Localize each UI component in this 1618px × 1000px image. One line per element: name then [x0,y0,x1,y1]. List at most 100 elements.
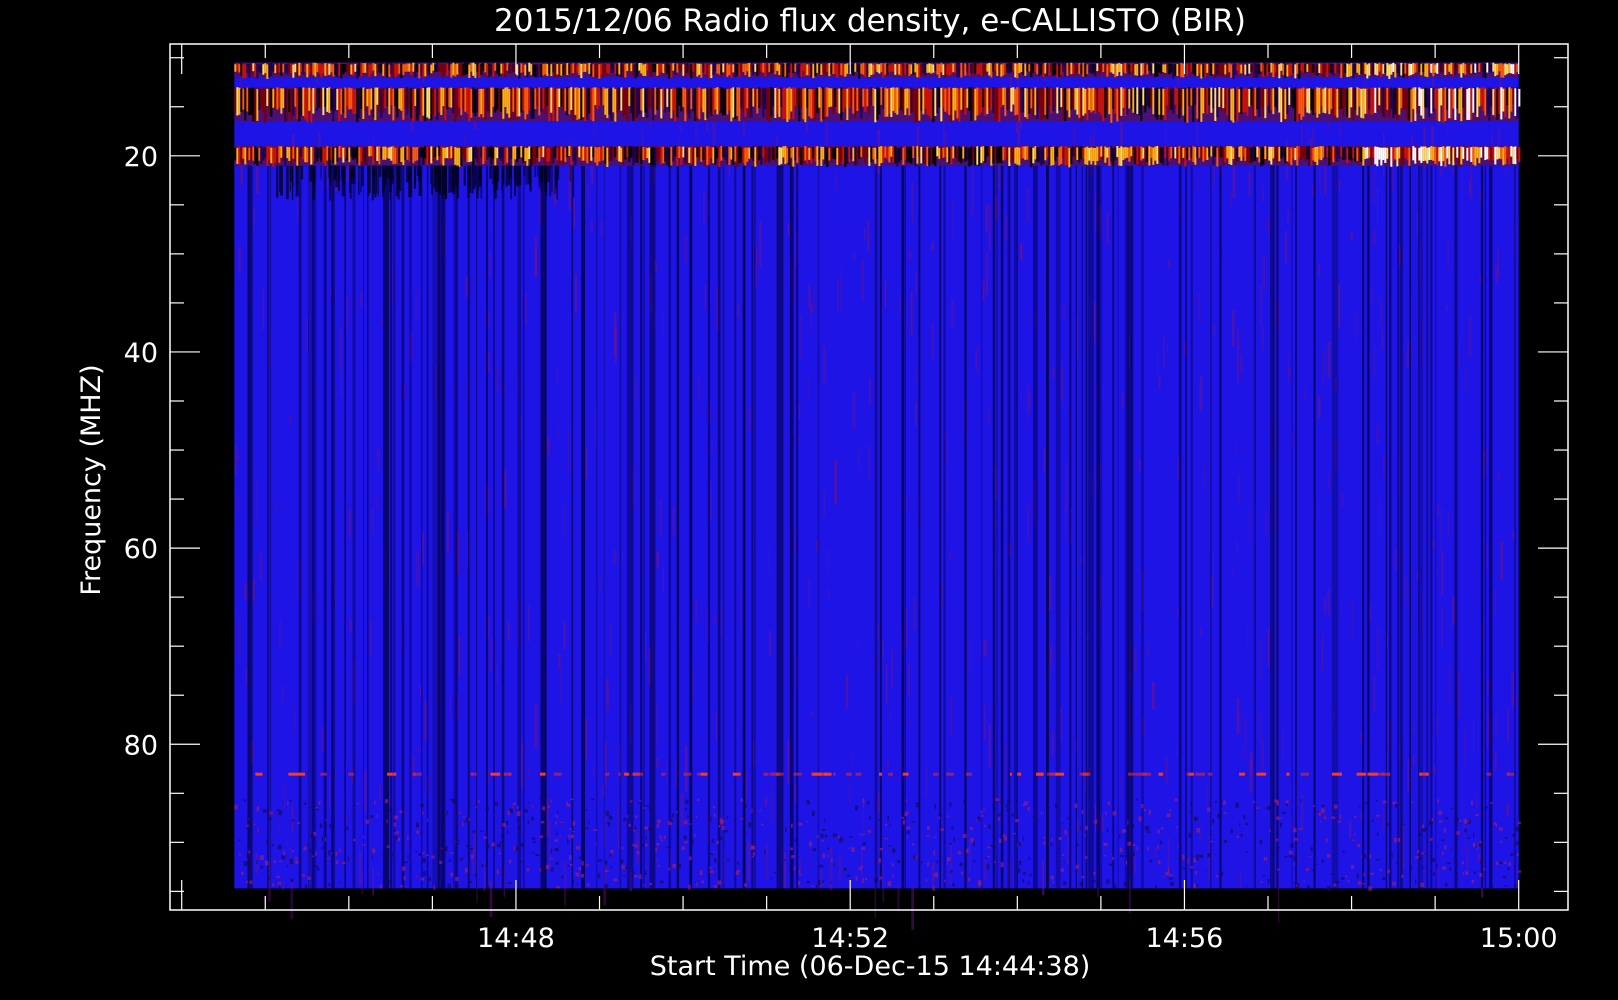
line-segment [879,772,883,776]
band-cell [732,146,735,166]
band-cell [328,87,331,114]
bottom-cell [327,883,331,886]
band-cell [502,63,505,75]
band-cell [952,146,955,159]
band-cell [572,88,575,121]
bottom-cell [655,859,658,861]
dark-streak [361,165,364,186]
band-cell [778,64,781,76]
band-cell [624,63,627,78]
stripe [1269,165,1275,889]
band-cell [1386,147,1389,159]
bottom-cell [1517,870,1522,873]
bottom-cell [450,852,454,854]
band-cell [302,147,305,160]
band-cell [374,87,377,121]
band-cell [1374,146,1377,165]
band-cell [1358,87,1361,107]
band-cell [960,87,963,110]
bottom-cell [1382,877,1386,880]
band-cell [1106,147,1109,158]
bottom-cell [256,860,258,865]
bottom-cell [1423,852,1426,855]
band-cell [1288,146,1291,163]
band-cell [296,147,299,167]
stripe [571,165,574,889]
bottom-cell [1306,885,1311,888]
band-cell [1286,87,1289,115]
band-cell [704,147,707,167]
band-cell [1086,146,1089,165]
band-cell [772,88,775,107]
band-cell [1022,87,1025,113]
band-cell [602,146,605,161]
band-cell [1024,88,1027,118]
bottom-cell [1431,858,1436,862]
band-cell [494,147,497,166]
band-cell [338,88,341,122]
bottom-cell [1316,839,1318,841]
bottom-cell [540,866,544,871]
band-cell [994,146,997,161]
bottom-cell [1103,842,1108,847]
band-cell [784,146,787,165]
band-cell [1126,147,1129,158]
dark-streak [341,165,345,197]
bottom-cell [656,842,660,846]
bottom-cell [642,807,646,809]
band-cell [1206,147,1209,160]
band-cell [884,146,887,158]
bottom-cell [1147,831,1151,833]
texture-cell [969,841,971,873]
band-cell [1468,146,1471,160]
bottom-cell [238,839,241,841]
band-cell [1440,63,1443,73]
bottom-cell [540,820,545,824]
dark-streak [320,165,322,180]
band-cell [862,146,865,158]
band-cell [1262,64,1265,78]
band-cell [1002,146,1005,161]
band-cell [1004,87,1007,117]
band-cell [1516,87,1519,119]
band-cell [734,146,737,162]
band-cell [264,63,267,74]
band-cell [728,146,731,165]
line-segment [1239,772,1245,776]
bottom-cell [1195,871,1198,875]
dark-streak [360,165,362,193]
bottom-cell [712,805,716,809]
band-cell [288,89,291,113]
band-cell [488,87,491,114]
texture-cell [764,798,768,807]
texture-cell [1049,576,1052,611]
band-cell [1396,147,1399,167]
band-cell [1254,147,1257,162]
band-cell [1236,87,1239,122]
texture-cell [524,293,528,324]
band-cell [452,147,455,159]
band-cell [420,87,423,122]
band-cell [1300,63,1303,72]
bottom-cell [934,873,936,877]
band-cell [1486,147,1489,160]
texture-cell [1376,626,1380,669]
band-cell [1178,63,1181,74]
band-cell [1040,87,1043,120]
bottom-cell [271,844,274,847]
band-cell [478,147,481,167]
band-cell [1356,63,1359,73]
band-cell [314,62,317,77]
stripe [1014,165,1017,889]
band-cell [616,64,619,77]
band-cell [1122,88,1125,108]
bottom-cell [794,839,798,842]
bottom-cell [418,853,422,856]
band-cell [578,146,581,158]
band-cell [494,87,497,113]
band-cell [1224,87,1227,114]
bottom-cell [862,798,865,804]
band-cell [900,146,903,160]
band-cell [1032,88,1035,117]
band-cell [1420,146,1423,164]
